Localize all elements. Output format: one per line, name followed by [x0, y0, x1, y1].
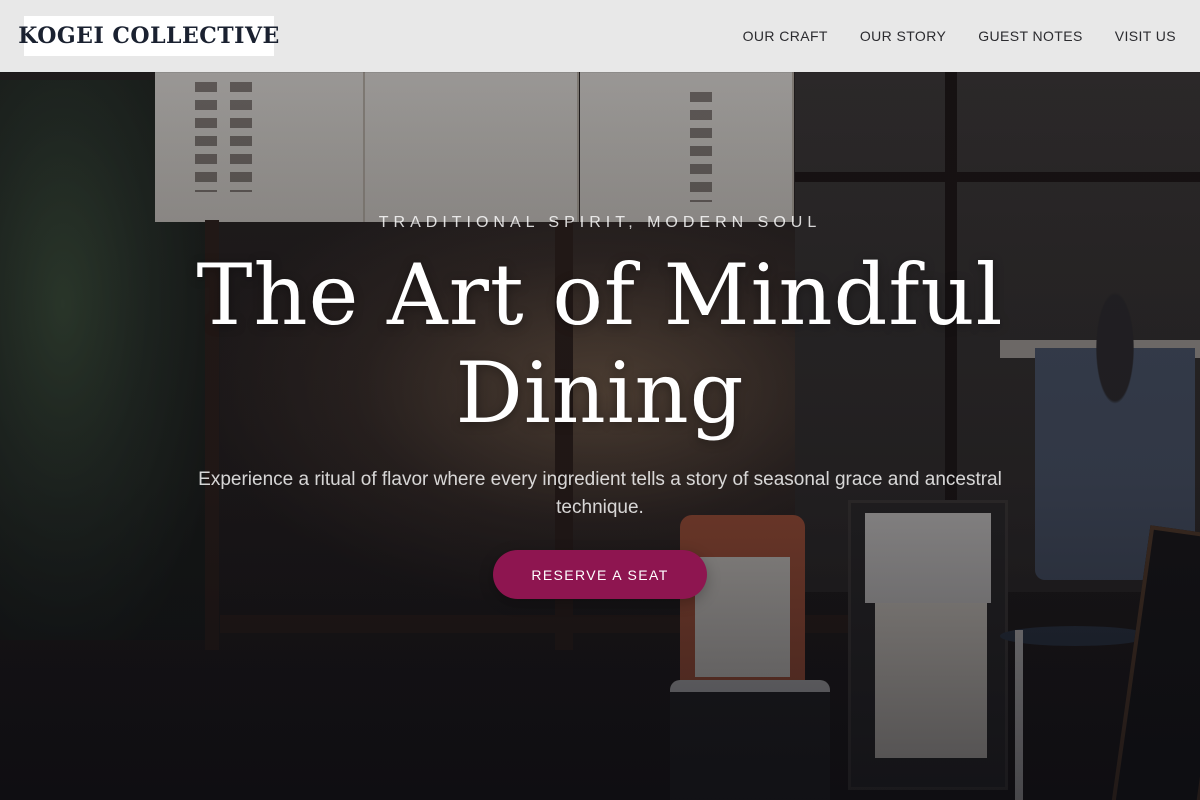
- reserve-seat-button[interactable]: RESERVE A SEAT: [493, 550, 707, 599]
- hero-title: The Art of Mindful Dining: [196, 246, 1004, 442]
- hero-eyebrow: TRADITIONAL SPIRIT, MODERN SOUL: [378, 214, 822, 231]
- hero-content: TRADITIONAL SPIRIT, MODERN SOUL The Art …: [0, 0, 1200, 800]
- hero-subtitle: Experience a ritual of flavor where ever…: [198, 469, 1002, 518]
